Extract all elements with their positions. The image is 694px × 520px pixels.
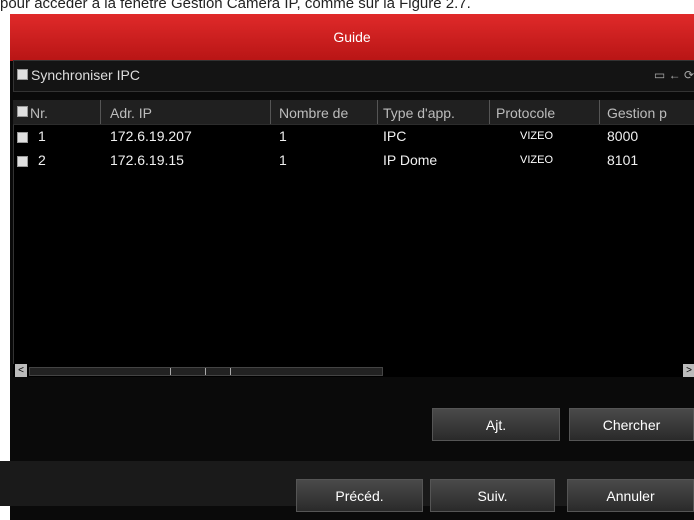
header-port: Gestion p	[607, 105, 667, 121]
toolbar-icons: ▭ ← ⟳	[654, 68, 694, 82]
row-1-ip[interactable]: 172.6.19.207	[110, 128, 192, 144]
scroll-tick	[205, 368, 206, 375]
row-1-type: IPC	[383, 128, 407, 144]
column-separator	[270, 100, 271, 124]
scroll-left-icon[interactable]: <	[15, 364, 27, 377]
cancel-button[interactable]: Annuler	[567, 479, 694, 512]
row-1-protocol: VIZEO	[520, 130, 554, 142]
row-2-count: 1	[279, 152, 287, 168]
sync-ipc-label: Synchroniser IPC	[31, 67, 140, 83]
previous-button[interactable]: Précéd.	[296, 479, 423, 512]
title-bar: Guide	[10, 14, 694, 61]
import-icon[interactable]: ▭	[654, 68, 665, 82]
row-2-nr: 2	[38, 152, 46, 168]
scroll-tick	[170, 368, 171, 375]
header-protocol: Protocole	[496, 105, 556, 121]
arrow-left-icon[interactable]: ←	[669, 68, 681, 82]
window-title: Guide	[333, 29, 371, 45]
scroll-track[interactable]	[29, 367, 383, 376]
add-button[interactable]: Ajt.	[432, 408, 560, 441]
search-button[interactable]: Chercher	[569, 408, 694, 441]
select-all-checkbox[interactable]	[17, 106, 28, 117]
row-2-port: 8101	[607, 152, 639, 168]
scroll-right-icon[interactable]: >	[683, 364, 694, 377]
header-ip: Adr. IP	[110, 105, 153, 121]
horizontal-scrollbar[interactable]: < >	[13, 364, 694, 377]
column-separator	[489, 100, 490, 124]
header-type: Type d'app.	[383, 105, 455, 121]
column-separator	[100, 100, 101, 124]
row-1-checkbox[interactable]	[17, 132, 28, 143]
document-caption: pour accéder à la fenêtre Gestion Caméra…	[0, 0, 471, 12]
row-1-count: 1	[279, 128, 287, 144]
row-2-type: IP Dome	[383, 152, 438, 168]
table-header: Nr. Adr. IP Nombre de Type d'app. Protoc…	[13, 100, 694, 125]
row-2-protocol: VIZEO	[520, 154, 554, 166]
row-2-checkbox[interactable]	[17, 156, 28, 167]
scroll-tick	[230, 368, 231, 375]
row-1-nr: 1	[38, 128, 46, 144]
header-nr: Nr.	[30, 105, 48, 121]
sync-ipc-checkbox[interactable]	[17, 69, 28, 80]
header-count: Nombre de	[279, 105, 349, 121]
row-1-port: 8000	[607, 128, 639, 144]
column-separator	[599, 100, 600, 124]
refresh-icon[interactable]: ⟳	[684, 68, 694, 82]
row-2-ip[interactable]: 172.6.19.15	[110, 152, 184, 168]
column-separator	[377, 100, 378, 124]
next-button[interactable]: Suiv.	[430, 479, 555, 512]
